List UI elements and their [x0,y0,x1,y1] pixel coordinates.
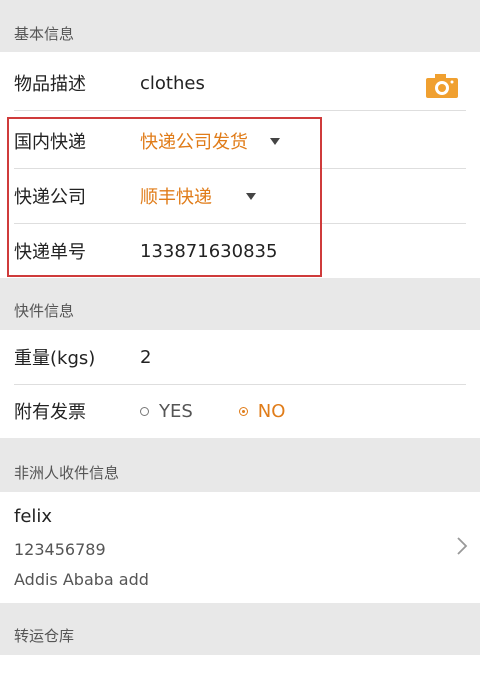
invoice-no-radio[interactable]: NO [238,400,286,422]
section-recipient-info: 非洲人收件信息 [0,447,480,497]
recipient-address: Addis Ababa add [14,570,149,589]
section-basic-info-title: 基本信息 [14,24,75,43]
section-recipient-info-title: 非洲人收件信息 [14,463,120,482]
item-description-value[interactable]: clothes [140,73,205,94]
section-warehouse-title: 转运仓库 [14,626,75,645]
package-info-card: 重量(kgs) 2 附有发票 YES NO [0,330,480,438]
weight-label: 重量(kgs) [14,348,96,369]
courier-row[interactable]: 快递公司 顺丰快递 [14,169,466,224]
domestic-express-row[interactable]: 国内快递 快递公司发货 [14,114,466,169]
invoice-yes-radio[interactable]: YES [140,401,193,422]
weight-input[interactable]: 2 [140,347,151,368]
invoice-yes-label: YES [159,400,193,422]
invoice-no-label: NO [257,400,286,422]
section-warehouse: 转运仓库 [0,610,480,660]
domestic-express-label: 国内快递 [14,132,86,153]
courier-label: 快递公司 [14,187,86,208]
dropdown-caret-icon[interactable] [246,192,256,200]
camera-icon[interactable] [426,73,458,98]
weight-row[interactable]: 重量(kgs) 2 [14,330,466,385]
dropdown-caret-icon[interactable] [270,137,280,145]
section-basic-info: 基本信息 [0,8,480,58]
recipient-name: felix [14,506,53,527]
item-description-row[interactable]: 物品描述 clothes [14,56,466,111]
recipient-card[interactable]: felix 123456789 Addis Ababa add [0,492,480,603]
chevron-right-icon[interactable] [456,536,468,560]
recipient-phone: 123456789 [14,540,106,559]
section-package-info-title: 快件信息 [14,301,75,320]
warehouse-card[interactable] [0,655,480,685]
tracking-number-label: 快递单号 [14,242,86,263]
item-description-label: 物品描述 [14,74,86,95]
section-package-info: 快件信息 [0,285,480,335]
basic-info-card: 物品描述 clothes 国内快递 快递公司发货 快递公司 顺丰快递 快递单号 … [0,52,480,278]
radio-checked-icon [238,406,248,416]
courier-select[interactable]: 顺丰快递 [140,183,212,209]
domestic-express-select[interactable]: 快递公司发货 [140,128,248,154]
radio-unchecked-icon [140,406,149,416]
invoice-row: 附有发票 YES NO [14,384,466,438]
tracking-number-row[interactable]: 快递单号 133871630835 [14,224,466,278]
tracking-number-input[interactable]: 133871630835 [140,241,277,262]
invoice-label: 附有发票 [14,402,86,423]
